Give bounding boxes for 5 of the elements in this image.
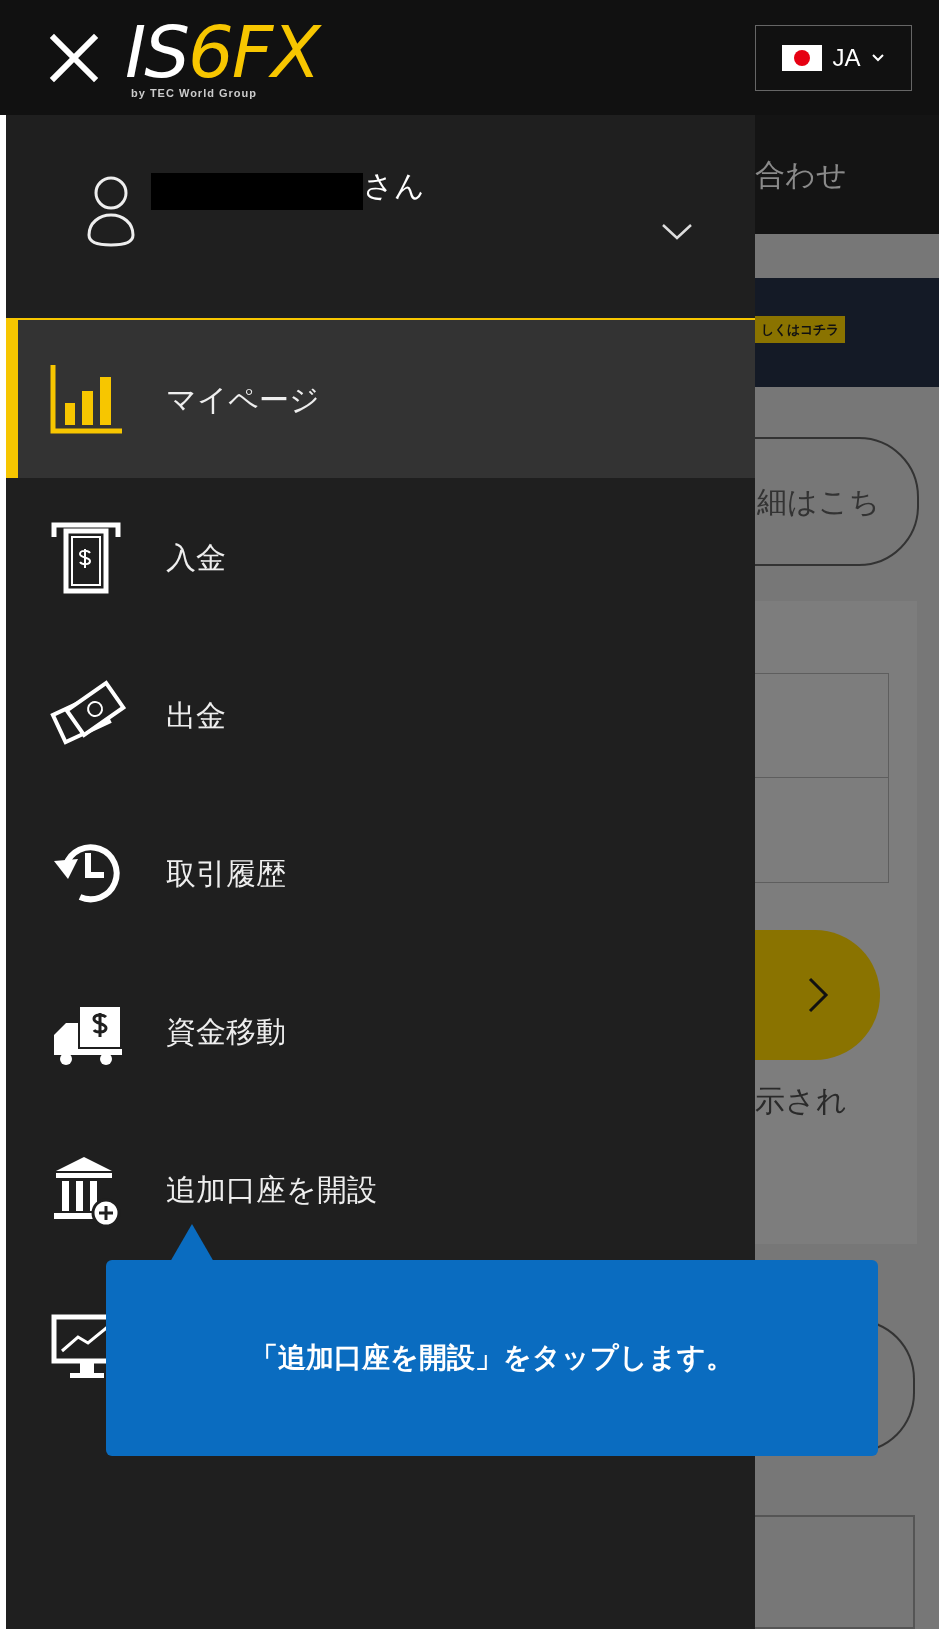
caption-text: 示され — [755, 1083, 848, 1120]
logo-tagline: by TEC World Group — [131, 88, 258, 99]
logo: IS6FX — [125, 16, 319, 88]
user-name-suffix: さん — [363, 169, 425, 203]
tooltip: 「追加口座を開設」をタップします。 — [106, 1260, 878, 1456]
